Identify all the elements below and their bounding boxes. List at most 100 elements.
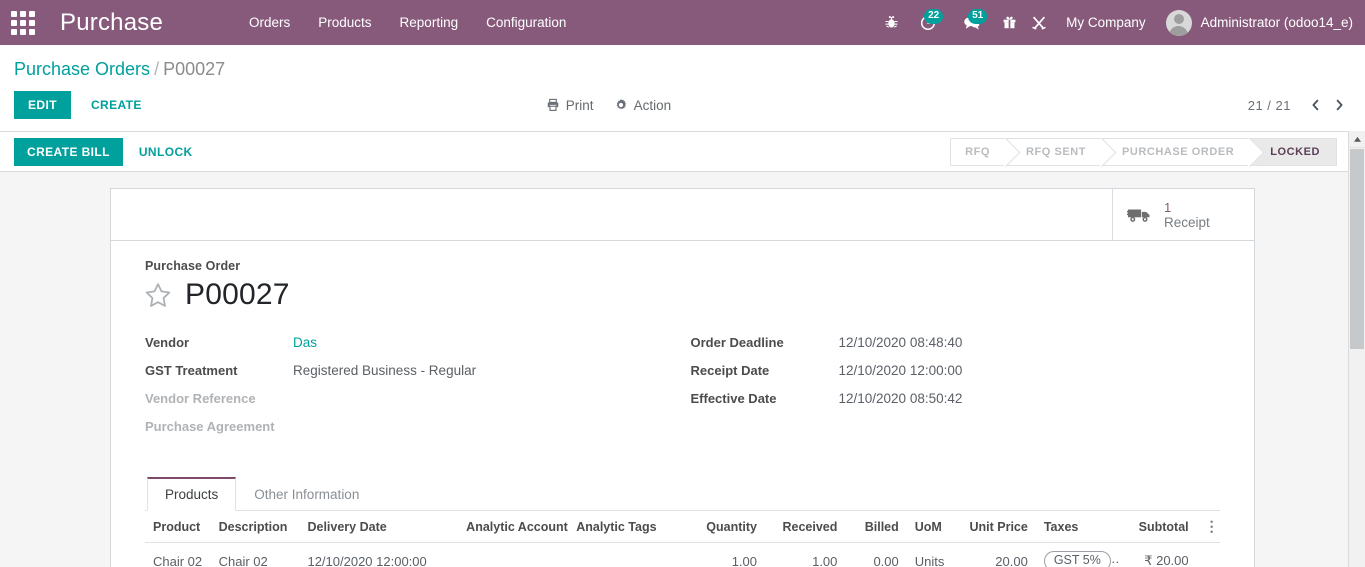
- print-menu-button[interactable]: Print: [536, 94, 604, 117]
- activities-clock-icon[interactable]: 22: [906, 0, 950, 45]
- menu-item-products[interactable]: Products: [304, 0, 385, 45]
- cell-taxes: GST 5%: [1035, 542, 1119, 567]
- cell-delivery-date: 12/10/2020 12:00:00: [299, 542, 459, 567]
- col-billed[interactable]: Billed: [845, 511, 907, 543]
- vertical-scrollbar[interactable]: [1348, 131, 1365, 567]
- col-unit-price[interactable]: Unit Price: [959, 511, 1036, 543]
- status-purchase-order-label: PURCHASE ORDER: [1122, 145, 1235, 158]
- cell-analytic-tags: [568, 542, 687, 567]
- cell-unit-price: 20.00: [959, 542, 1036, 567]
- truck-icon: [1127, 205, 1153, 224]
- page-title: P00027: [185, 278, 290, 311]
- record-sheet: 1 Receipt Purchase Order P00027 Vendor D…: [110, 188, 1255, 567]
- status-purchase-order[interactable]: PURCHASE ORDER: [1102, 138, 1251, 165]
- main-menu: Orders Products Reporting Configuration: [235, 0, 580, 45]
- table-row[interactable]: Chair 02 Chair 02 12/10/2020 12:00:00 1.…: [145, 542, 1220, 567]
- cell-product: Chair 02: [145, 542, 211, 567]
- apps-menu-button[interactable]: [0, 0, 46, 45]
- field-vendor-value[interactable]: Das: [293, 335, 317, 350]
- bug-icon[interactable]: [876, 0, 906, 45]
- notebook-tabs: Products Other Information: [145, 477, 1220, 511]
- cell-subtotal: ₹ 20.00: [1118, 542, 1197, 567]
- tab-other-information[interactable]: Other Information: [236, 477, 377, 511]
- col-analytic-account[interactable]: Analytic Account: [458, 511, 569, 543]
- scroll-up-button[interactable]: [1349, 131, 1365, 148]
- optional-columns-button[interactable]: ⋮: [1196, 511, 1220, 543]
- field-vendor: Vendor Das: [145, 335, 683, 354]
- col-subtotal[interactable]: Subtotal: [1118, 511, 1197, 543]
- record-form: Purchase Order P00027 Vendor Das GST Tre…: [111, 241, 1254, 567]
- tab-products[interactable]: Products: [147, 477, 237, 511]
- messages-chat-icon[interactable]: 51: [950, 0, 994, 45]
- create-bill-button[interactable]: CREATE BILL: [14, 137, 123, 166]
- breadcrumb: Purchase Orders / P00027: [14, 45, 1351, 81]
- form-column-left: Vendor Das GST Treatment Registered Busi…: [145, 335, 683, 447]
- col-taxes[interactable]: Taxes: [1035, 511, 1119, 543]
- tools-icon[interactable]: [1024, 0, 1054, 45]
- status-rfq-sent-label: RFQ SENT: [1026, 145, 1087, 158]
- status-rfq-label: RFQ: [965, 145, 991, 158]
- control-panel-row: EDIT CREATE Print Action 21 / 21: [14, 81, 1351, 131]
- record-title-row: P00027: [143, 277, 1220, 313]
- notebook: Products Other Information Product Descr…: [145, 477, 1220, 567]
- pager-next-button[interactable]: [1327, 93, 1351, 117]
- status-bar: RFQ RFQ SENT PURCHASE ORDER LOCKED: [950, 137, 1337, 166]
- gift-icon[interactable]: [994, 0, 1024, 45]
- cell-analytic-account: [458, 542, 569, 567]
- pager-previous-button[interactable]: [1303, 93, 1327, 117]
- breadcrumb-current: P00027: [163, 59, 226, 79]
- user-menu[interactable]: Administrator (odoo14_e): [1158, 9, 1353, 36]
- messages-badge: 51: [968, 9, 988, 24]
- scrollbar-thumb[interactable]: [1350, 149, 1364, 349]
- receipt-stat-button[interactable]: 1 Receipt: [1112, 189, 1254, 240]
- field-vendor-reference-label: Vendor Reference: [145, 391, 256, 406]
- receipt-label: Receipt: [1164, 214, 1210, 230]
- create-button[interactable]: CREATE: [77, 91, 156, 119]
- menu-item-orders[interactable]: Orders: [235, 0, 304, 45]
- edit-button[interactable]: EDIT: [14, 91, 71, 119]
- action-label: Action: [633, 97, 672, 113]
- field-effective-date: Effective Date 12/10/2020 08:50:42: [691, 391, 1221, 410]
- user-name-label: Administrator (odoo14_e): [1200, 15, 1353, 30]
- pager: 21 / 21: [1248, 93, 1351, 117]
- col-quantity[interactable]: Quantity: [686, 511, 765, 543]
- navbar-right-tools: 22 51 My Company Administrator (odoo14_e…: [876, 0, 1365, 45]
- col-analytic-tags[interactable]: Analytic Tags: [568, 511, 687, 543]
- menu-item-configuration[interactable]: Configuration: [472, 0, 580, 45]
- field-gst-treatment-value: Registered Business - Regular: [293, 363, 477, 378]
- cell-received: 1.00: [765, 542, 846, 567]
- cell-uom: Units: [906, 542, 960, 567]
- field-order-deadline-label: Order Deadline: [690, 335, 784, 350]
- field-purchase-agreement: Purchase Agreement: [145, 419, 683, 438]
- gear-icon: [614, 98, 634, 112]
- field-effective-date-value: 12/10/2020 08:50:42: [838, 391, 963, 406]
- receipt-count: 1: [1164, 199, 1172, 215]
- control-panel-actions: Print Action: [536, 94, 681, 117]
- col-received[interactable]: Received: [765, 511, 846, 543]
- col-uom[interactable]: UoM: [906, 511, 960, 543]
- app-brand-title[interactable]: Purchase: [46, 9, 173, 37]
- company-switcher[interactable]: My Company: [1054, 15, 1158, 30]
- cell-billed: 0.00: [845, 542, 907, 567]
- breadcrumb-root-link[interactable]: Purchase Orders: [14, 59, 150, 79]
- favorite-star-icon[interactable]: [143, 281, 173, 310]
- col-product[interactable]: Product: [145, 511, 211, 543]
- pager-counter: 21 / 21: [1247, 97, 1291, 113]
- table-header-row: Product Description Delivery Date Analyt…: [145, 511, 1220, 543]
- status-rfq[interactable]: RFQ: [951, 138, 1007, 165]
- menu-item-reporting[interactable]: Reporting: [386, 0, 473, 45]
- status-locked-label: LOCKED: [1270, 145, 1320, 158]
- field-vendor-label: Vendor: [145, 335, 190, 350]
- unlock-button[interactable]: UNLOCK: [127, 139, 205, 165]
- form-columns: Vendor Das GST Treatment Registered Busi…: [145, 335, 1220, 447]
- form-action-bar: CREATE BILL UNLOCK RFQ RFQ SENT PURCHASE…: [0, 132, 1365, 172]
- col-delivery-date[interactable]: Delivery Date: [299, 511, 459, 543]
- status-rfq-sent[interactable]: RFQ SENT: [1006, 138, 1103, 165]
- col-description[interactable]: Description: [210, 511, 300, 543]
- action-menu-button[interactable]: Action: [604, 94, 682, 117]
- cell-quantity: 1.00: [686, 542, 765, 567]
- top-navbar: Purchase Orders Products Reporting Confi…: [0, 0, 1365, 45]
- cell-description: Chair 02: [210, 542, 300, 567]
- field-receipt-date-value: 12/10/2020 12:00:00: [838, 363, 963, 378]
- tax-badge: GST 5%: [1043, 551, 1111, 567]
